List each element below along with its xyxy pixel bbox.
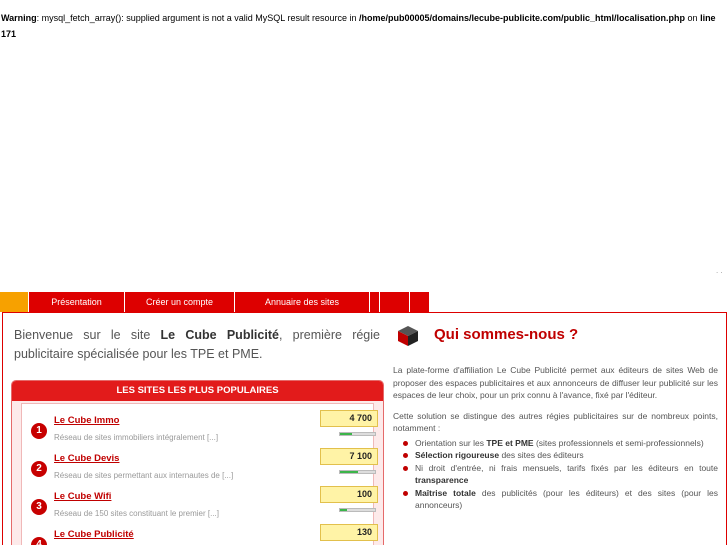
rank-badge: 3 <box>31 499 47 515</box>
rank-badge: 2 <box>31 461 47 477</box>
site-link[interactable]: Le Cube Devis <box>54 453 119 464</box>
intro-brand: Le Cube Publicité <box>160 328 279 342</box>
about-paragraph-1: La plate-forme d'affiliation Le Cube Pub… <box>393 365 718 400</box>
popularity-bar <box>339 508 376 512</box>
list-item: 4 Le Cube Publicité 130 <box>22 524 378 545</box>
warning-label: Warning <box>1 13 37 23</box>
about-list-item: Ni droit d'entrée, ni frais mensuels, ta… <box>393 462 718 487</box>
about-text: La plate-forme d'affiliation Le Cube Pub… <box>393 364 718 512</box>
popular-sites-title: LES SITES LES PLUS POPULAIRES <box>12 381 383 401</box>
list-bold: Maîtrise totale <box>415 487 476 498</box>
popular-sites-list: 1 Le Cube Immo Réseau de sites immobilie… <box>21 403 378 545</box>
rank-badge: 1 <box>31 423 47 439</box>
site-score: 4 700 <box>320 410 378 427</box>
site-score: 100 <box>320 486 378 503</box>
intro-before: Bienvenue sur le site <box>14 328 161 342</box>
warning-path: /home/pub00005/domains/lecube-publicite.… <box>358 13 686 23</box>
popular-sites-box: LES SITES LES PLUS POPULAIRES 1 Le Cube … <box>11 380 384 545</box>
popularity-bar <box>339 470 376 474</box>
site-link[interactable]: Le Cube Immo <box>54 415 119 426</box>
site-link[interactable]: Le Cube Publicité <box>54 529 134 540</box>
warning-on: on <box>685 13 701 23</box>
about-list-item: Sélection rigoureuse des sites des édite… <box>393 449 718 462</box>
list-text: Orientation sur les <box>415 437 487 448</box>
popularity-bar-fill <box>340 471 358 473</box>
intro-text: Bienvenue sur le site Le Cube Publicité,… <box>14 326 380 364</box>
nav-item-empty-1[interactable] <box>370 292 380 312</box>
dots: . . <box>716 266 723 275</box>
site-link[interactable]: Le Cube Wifi <box>54 491 111 502</box>
list-bold: Sélection rigoureuse <box>415 450 500 460</box>
nav-item-empty-3[interactable] <box>410 292 429 312</box>
site-description: Réseau de sites permettant aux internaut… <box>54 471 234 480</box>
about-paragraph-2: Cette solution se distingue des autres r… <box>393 410 718 434</box>
popularity-bar <box>339 432 376 436</box>
site-description: Réseau de 150 sites constituant le premi… <box>54 509 219 518</box>
site-description: Réseau de sites immobiliers intégralemen… <box>54 433 219 442</box>
nav-item-presentation[interactable]: Présentation <box>29 292 125 312</box>
site-score: 7 100 <box>320 448 378 465</box>
about-list: Orientation sur les TPE et PME (sites pr… <box>393 437 718 512</box>
about-list-item: Maîtrise totale des publicités (pour les… <box>393 487 718 512</box>
popularity-bar-fill <box>340 433 353 435</box>
about-list-item: Orientation sur les TPE et PME (sites pr… <box>393 437 718 450</box>
nav-item-create-account[interactable]: Créer un compte <box>125 292 235 312</box>
list-text: des sites des éditeurs <box>499 450 584 460</box>
cube-logo-icon <box>398 326 418 346</box>
list-text: (sites professionnels et semi-profession… <box>533 437 704 448</box>
nav-item-empty-2[interactable] <box>380 292 410 312</box>
php-warning: Warning: mysql_fetch_array(): supplied a… <box>1 10 725 42</box>
about-title: Qui sommes-nous ? <box>434 326 579 343</box>
nav-item-directory[interactable]: Annuaire des sites <box>235 292 370 312</box>
list-bold: TPE et PME <box>486 437 534 448</box>
main-nav: Présentation Créer un compte Annuaire de… <box>0 292 429 312</box>
nav-home-tab[interactable] <box>0 292 29 312</box>
warning-text: : mysql_fetch_array(): supplied argument… <box>36 13 359 23</box>
site-score: 130 <box>320 524 378 541</box>
rank-badge: 4 <box>31 537 47 545</box>
list-bold: transparence <box>415 475 469 485</box>
popularity-bar-fill <box>340 509 347 511</box>
list-text: Ni droit d'entrée, ni frais mensuels, ta… <box>415 462 718 473</box>
